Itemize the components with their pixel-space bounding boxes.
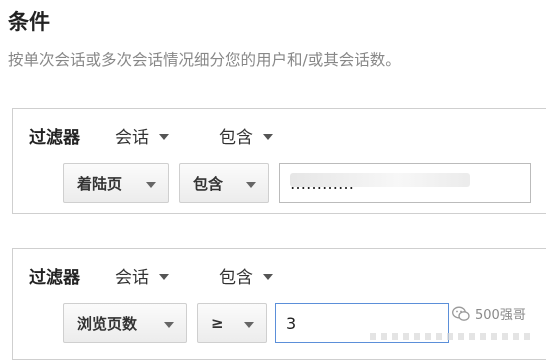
section-description: 按单次会话或多次会话情况细分您的用户和/或其会话数。 [8, 51, 401, 69]
scope-dropdown-label: 会话 [115, 268, 149, 288]
scope-dropdown-label: 会话 [115, 128, 149, 148]
mode-dropdown-label: 包含 [219, 128, 253, 148]
operator-select-label: ≥ [211, 314, 224, 332]
redacted-value [290, 173, 470, 187]
dimension-select-label: 着陆页 [77, 174, 123, 193]
mode-dropdown[interactable]: 包含 [219, 263, 273, 288]
section-title: 条件 [8, 10, 50, 34]
scope-dropdown[interactable]: 会话 [115, 123, 169, 148]
watermark: 500强哥 [452, 304, 526, 323]
filter-label: 过滤器 [29, 128, 80, 148]
chevron-down-icon [159, 133, 169, 140]
dimension-select[interactable]: 着陆页 [63, 163, 169, 203]
obscured-text [370, 333, 530, 340]
scope-dropdown[interactable]: 会话 [115, 263, 169, 288]
operator-select[interactable]: ≥ [197, 303, 267, 343]
filter-label: 过滤器 [29, 268, 80, 288]
chevron-down-icon [246, 182, 256, 188]
filter-header: 过滤器 会话 包含 [13, 109, 546, 159]
chevron-down-icon [244, 322, 254, 328]
operator-select[interactable]: 包含 [179, 163, 269, 203]
dimension-select[interactable]: 浏览页数 [63, 303, 187, 343]
mode-dropdown[interactable]: 包含 [219, 123, 273, 148]
dimension-select-label: 浏览页数 [77, 314, 138, 333]
filter-panel-1: 过滤器 会话 包含 着陆页 包含 [12, 108, 546, 214]
wechat-icon [452, 306, 470, 322]
chevron-down-icon [164, 322, 174, 328]
chevron-down-icon [263, 273, 273, 280]
chevron-down-icon [146, 182, 156, 188]
chevron-down-icon [263, 133, 273, 140]
filter-header: 过滤器 会话 包含 [13, 249, 546, 299]
watermark-text: 500强哥 [475, 308, 526, 323]
mode-dropdown-label: 包含 [219, 268, 253, 288]
chevron-down-icon [159, 273, 169, 280]
operator-select-label: 包含 [193, 174, 224, 193]
